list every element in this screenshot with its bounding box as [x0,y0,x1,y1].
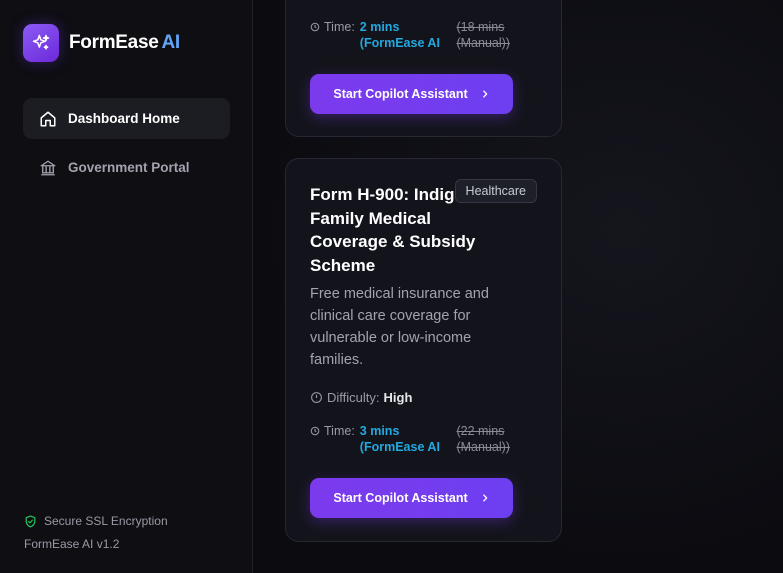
time-ai: 3 mins (FormEase AI [359,424,440,454]
clock-icon [310,22,320,32]
shield-check-icon [25,514,36,528]
main-content: Time: 2 mins (FormEase AI (18 mins (Manu… [253,0,783,573]
time-label-group: Time: [310,423,355,439]
time-manual: (18 mins (Manual)) [456,20,510,50]
sidebar-item-government-portal[interactable]: Government Portal [23,147,230,188]
time-ai: 2 mins (FormEase AI [359,20,440,50]
time-estimate: Time: 3 mins (FormEase AI (22 mins (Manu… [310,423,561,455]
button-label: Start Copilot Assistant [333,87,468,101]
sidebar: FormEase AI Dashboard Home Government Por… [0,0,253,573]
category-badge: Healthcare [454,179,537,203]
sidebar-item-label: Dashboard Home [68,111,180,126]
difficulty-value: High [383,390,413,405]
difficulty-row: Difficulty: High [310,390,412,405]
form-card: Form H-900: Indigent Family Medical Cove… [285,158,562,542]
chevron-right-icon [480,89,490,99]
form-description: Free medical insurance and clinical care… [310,286,489,368]
time-label: Time: [324,424,355,438]
start-copilot-button[interactable]: Start Copilot Assistant [310,478,513,518]
clock-icon [310,426,320,436]
button-label: Start Copilot Assistant [333,491,468,505]
form-card: Time: 2 mins (FormEase AI (18 mins (Manu… [285,0,562,137]
ssl-status: Secure SSL Encryption [24,514,168,528]
sidebar-footer: Secure SSL Encryption FormEase AI v1.2 [24,514,168,551]
time-label: Time: [324,20,355,34]
brand[interactable]: FormEase AI [23,24,180,62]
difficulty-label: Difficulty: [327,390,380,405]
chevron-right-icon [480,493,490,503]
brand-name-text: FormEase [69,32,159,53]
info-icon [311,392,322,403]
time-label-group: Time: [310,19,355,35]
start-copilot-button[interactable]: Start Copilot Assistant [310,74,513,114]
sidebar-item-dashboard-home[interactable]: Dashboard Home [23,98,230,139]
sparkles-icon [23,24,59,62]
bank-icon [39,159,57,177]
brand-name: FormEase AI [69,32,180,54]
app-version: FormEase AI v1.2 [24,537,120,551]
sidebar-item-label: Government Portal [68,160,190,175]
time-manual: (22 mins (Manual)) [456,424,510,454]
home-icon [39,110,57,128]
ssl-label: Secure SSL Encryption [44,514,168,528]
brand-suffix: AI [161,32,180,53]
time-estimate: Time: 2 mins (FormEase AI (18 mins (Manu… [310,19,561,51]
